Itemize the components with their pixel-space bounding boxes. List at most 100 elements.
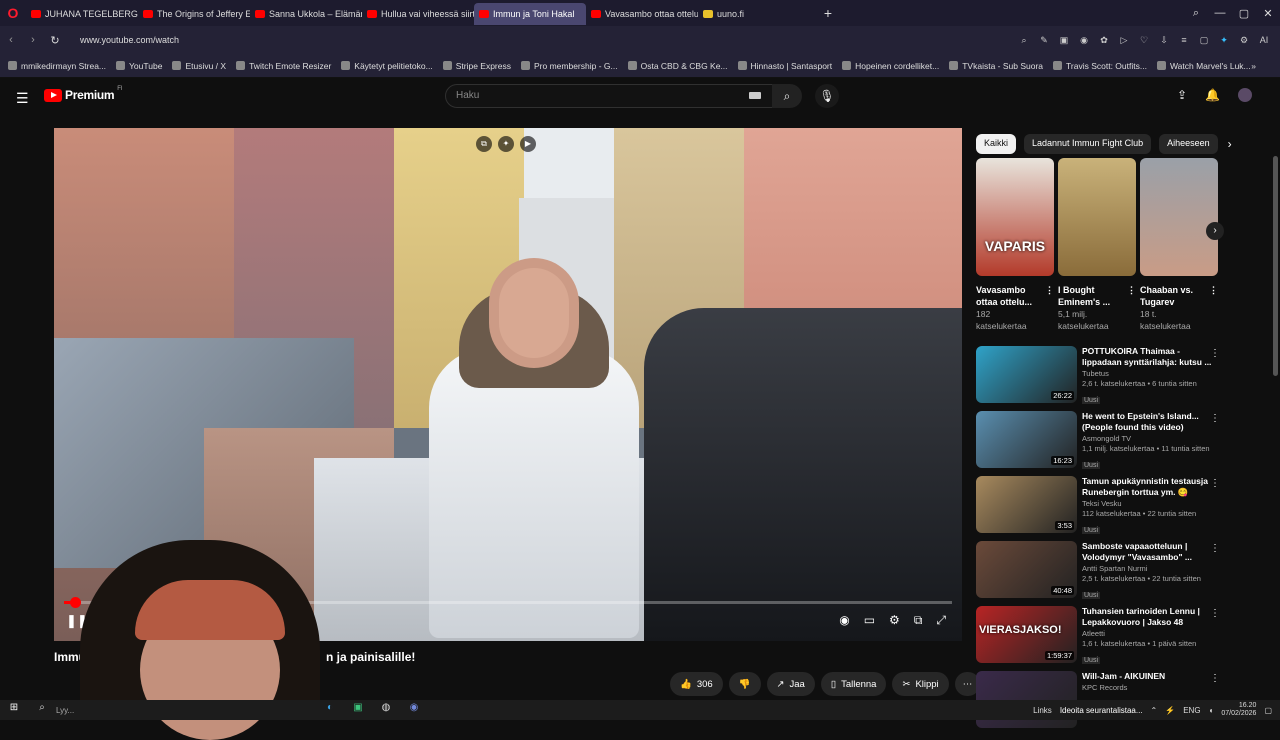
browser-tab[interactable]: Sanna Ukkola – Elämäntap xyxy=(250,3,362,25)
bookmark-item[interactable]: mmikedirmayn Strea... xyxy=(8,61,106,71)
forward-button[interactable]: › xyxy=(22,34,44,46)
search-button[interactable]: ⌕ xyxy=(772,84,802,108)
menu-icon[interactable]: ☰ xyxy=(16,90,30,107)
shorts-next-button[interactable]: › xyxy=(1206,222,1224,240)
bookmark-item[interactable]: Watch Marvel's Luk... xyxy=(1156,61,1251,71)
more-options-icon[interactable]: ⋮ xyxy=(1210,543,1220,554)
video-title[interactable]: Tamun apukäynnistin testausja Runebergin… xyxy=(1082,476,1212,498)
camera-icon[interactable]: ◉ xyxy=(1076,32,1092,48)
video-icon[interactable]: ▶ xyxy=(520,136,536,152)
video-thumbnail[interactable]: 1:59:37 VIERASJAKSO! xyxy=(976,606,1077,663)
keyboard-icon[interactable] xyxy=(749,92,761,99)
extensions-icon[interactable]: ✿ xyxy=(1096,32,1112,48)
clock[interactable]: 16.20 07/02/2026 xyxy=(1221,702,1256,718)
browser-tab[interactable]: The Origins of Jeffery Epst xyxy=(138,3,250,25)
more-options-icon[interactable]: ⋮ xyxy=(1210,413,1220,424)
copy-icon[interactable]: ⧉ xyxy=(476,136,492,152)
bookmark-item[interactable]: Etusivu / X xyxy=(172,61,226,71)
browser-tab[interactable]: Hullua vai viheessä siirtym xyxy=(362,3,474,25)
minimize-button[interactable]: — xyxy=(1208,7,1232,19)
channel-name[interactable]: Atleetti xyxy=(1082,628,1212,639)
edit-icon[interactable]: ✎ xyxy=(1036,32,1052,48)
menu-icon[interactable]: ≡ xyxy=(1176,32,1192,48)
tray-chevron-icon[interactable]: ⌃ xyxy=(1151,706,1158,715)
avatar[interactable] xyxy=(1238,88,1252,102)
volume-icon[interactable]: ◖ xyxy=(1209,706,1214,715)
chips-next-icon[interactable]: › xyxy=(1228,137,1232,151)
video-title[interactable]: He went to Epstein's Island... (People f… xyxy=(1082,411,1212,433)
video-title[interactable]: Tuhansien tarinoiden Lennu | Lepakkovuor… xyxy=(1082,606,1212,628)
reload-button[interactable]: ↻ xyxy=(44,34,66,47)
opera-logo-icon[interactable]: O xyxy=(0,0,26,26)
sparkle-icon[interactable]: ✦ xyxy=(498,136,514,152)
short-title[interactable]: I Bought Eminem's ... xyxy=(1058,284,1127,308)
ai-icon[interactable]: AI xyxy=(1256,32,1272,48)
vpn-icon[interactable]: ✦ xyxy=(1216,32,1232,48)
more-options-icon[interactable]: ⋮ xyxy=(1209,284,1218,308)
dislike-button[interactable]: 👎 xyxy=(728,672,761,696)
video-thumbnail[interactable]: 26:22 xyxy=(976,346,1077,403)
bookmark-item[interactable]: Twitch Emote Resizer xyxy=(236,61,331,71)
bookmark-item[interactable]: Osta CBD & CBG Ke... xyxy=(627,61,728,71)
discord-icon[interactable]: ◉ xyxy=(404,702,424,718)
edge-icon[interactable]: ◐ xyxy=(320,702,340,718)
filter-chip[interactable]: Aiheeseen xyxy=(1159,134,1218,154)
video-item[interactable]: 40:48 Samboste vapaaotteluun | Volodymyr … xyxy=(976,541,1226,606)
more-options-icon[interactable]: ⋮ xyxy=(1210,608,1220,619)
video-item[interactable]: 26:22 POTTUKOIRA Thaimaa - lippadaan synt… xyxy=(976,346,1226,411)
settings-icon[interactable]: ⚙ xyxy=(1236,32,1252,48)
play-icon[interactable]: ▷ xyxy=(1116,32,1132,48)
video-item[interactable]: 1:59:37 VIERASJAKSO! Tuhansien tarinoiden … xyxy=(976,606,1226,671)
settings-icon[interactable]: ⚙ xyxy=(889,613,900,628)
video-item[interactable]: 3:53 Tamun apukäynnistin testausja Runebe… xyxy=(976,476,1226,541)
heart-icon[interactable]: ♡ xyxy=(1136,32,1152,48)
bookmark-item[interactable]: Hinnasto | Santasport xyxy=(737,61,832,71)
lock-icon[interactable]: ▢ xyxy=(1196,32,1212,48)
search-tabs-icon[interactable]: ⌕ xyxy=(1184,7,1208,20)
windows-start-icon[interactable]: ⊞ xyxy=(4,702,24,718)
channel-name[interactable]: Teksi Vesku xyxy=(1082,498,1212,509)
bookmark-item[interactable]: Hopeinen cordelliket... xyxy=(842,61,939,71)
bookmark-item[interactable]: TVkaista - Sub Suora xyxy=(949,61,1043,71)
channel-name[interactable]: Asmongold TV xyxy=(1082,433,1212,444)
taskbar-search-text[interactable]: Lyy... xyxy=(56,706,316,715)
notification-text[interactable]: Ideoita seurantalistaa... xyxy=(1060,706,1143,715)
more-options-icon[interactable]: ⋮ xyxy=(1210,673,1220,684)
bookmark-item[interactable]: Stripe Express xyxy=(442,61,511,71)
more-options-icon[interactable]: ⋮ xyxy=(1210,478,1220,489)
bookmarks-more-icon[interactable]: » xyxy=(1251,61,1256,71)
short-thumbnail[interactable] xyxy=(1140,158,1218,276)
links-label[interactable]: Links xyxy=(1033,706,1052,715)
microphone-icon[interactable]: 🎙 xyxy=(815,84,839,108)
search-icon[interactable]: ⌕ xyxy=(32,702,52,718)
short-thumbnail[interactable]: VAPARIS xyxy=(976,158,1054,276)
short-item[interactable]: I Bought Eminem's ... ⋮ 5,1 milj. katseluke… xyxy=(1058,158,1136,332)
bookmark-item[interactable]: YouTube xyxy=(116,61,162,71)
short-title[interactable]: Chaaban vs. Tugarev xyxy=(1140,284,1209,308)
search-icon[interactable]: ⌕ xyxy=(1016,32,1032,48)
close-button[interactable]: ✕ xyxy=(1256,7,1280,20)
page-scrollbar[interactable] xyxy=(1273,156,1278,376)
browser-tab[interactable]: uuno.fi xyxy=(698,3,810,25)
miniplayer-button[interactable]: ⧉ xyxy=(914,613,923,628)
bell-icon[interactable]: 🔔 xyxy=(1205,88,1220,102)
more-options-icon[interactable]: ⋮ xyxy=(1210,348,1220,359)
autoplay-toggle[interactable]: ◉ xyxy=(839,613,849,628)
notifications-icon[interactable]: ▢ xyxy=(1264,706,1272,715)
channel-name[interactable]: Tubetus xyxy=(1082,368,1212,379)
share-button[interactable]: ↗ Jaa xyxy=(766,672,815,696)
filter-chip[interactable]: Ladannut Immun Fight Club xyxy=(1024,134,1152,154)
wallet-icon[interactable]: ▣ xyxy=(1056,32,1072,48)
language-label[interactable]: ENG xyxy=(1183,706,1200,715)
back-button[interactable]: ‹ xyxy=(0,34,22,46)
video-item[interactable]: 16:23 He went to Epstein's Island... (Peo… xyxy=(976,411,1226,476)
filter-chip[interactable]: Kaikki xyxy=(976,134,1017,154)
bookmark-item[interactable]: Käytetyt pelitietoko... xyxy=(341,61,433,71)
browser-tab[interactable]: Vavasambo ottaa ottelun xyxy=(586,3,698,25)
save-button[interactable]: ▯ Tallenna xyxy=(820,672,887,696)
video-thumbnail[interactable]: 3:53 xyxy=(976,476,1077,533)
steam-icon[interactable]: ◍ xyxy=(376,702,396,718)
channel-name[interactable]: KPC Records xyxy=(1082,682,1212,693)
fullscreen-button[interactable]: ⤢ xyxy=(936,613,946,628)
video-thumbnail[interactable]: 40:48 xyxy=(976,541,1077,598)
